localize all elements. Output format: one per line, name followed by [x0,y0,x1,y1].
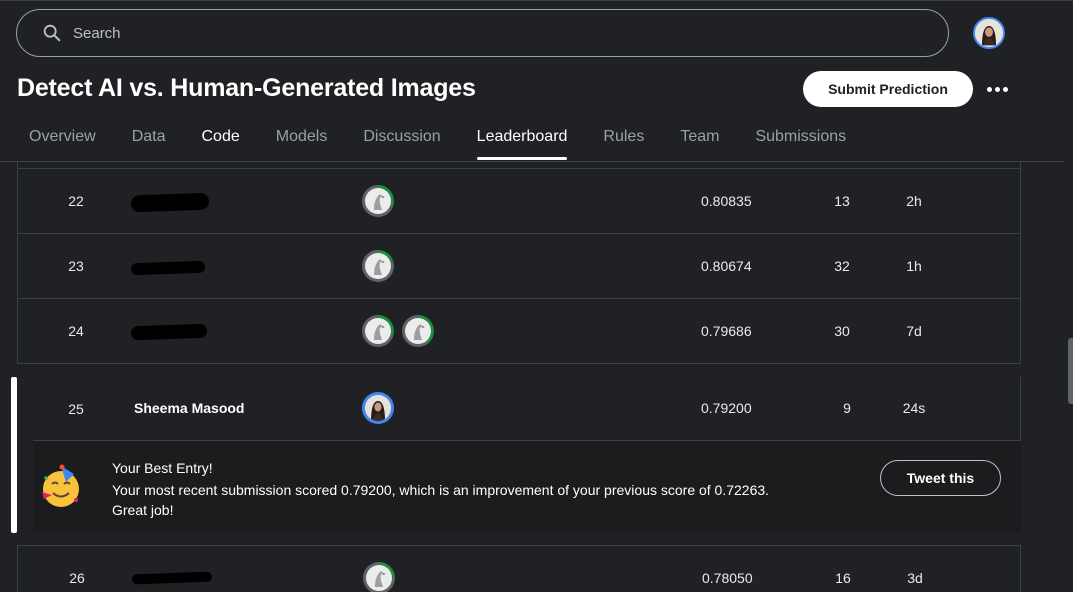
tab-overview[interactable]: Overview [17,126,96,160]
team-member-avatar[interactable] [402,315,434,347]
page-title: Detect AI vs. Human-Generated Images [17,74,476,102]
entries-cell: 32 [834,258,850,274]
current-user-row[interactable]: 25 Sheema Masood 0.79200 9 24s [17,377,1021,440]
redacted-team-name [131,571,213,585]
tweet-button[interactable]: Tweet this [880,460,1001,496]
team-member-avatar[interactable] [362,392,394,424]
tab-code[interactable]: Code [189,126,239,160]
tab-models[interactable]: Models [264,126,328,160]
best-entry-title: Your Best Entry! [112,460,213,476]
rank-cell: 26 [69,570,85,586]
scrollbar-handle[interactable] [1068,338,1073,404]
rank-cell: 22 [68,193,84,209]
submit-prediction-button[interactable]: Submit Prediction [803,71,973,107]
team-members [362,250,394,282]
table-row[interactable]: 23 0.80674 32 1h [17,233,1021,298]
team-member-avatar[interactable] [362,315,394,347]
team-members [363,562,395,592]
score-cell: 0.80835 [701,193,752,209]
team-members [362,185,394,217]
score-cell: 0.80674 [701,258,752,274]
last-cell: 1h [906,258,922,274]
search-bar[interactable]: Search [16,9,949,57]
best-entry-banner: Your Best Entry! Your most recent submis… [33,440,1021,533]
entries-cell: 9 [843,400,851,416]
goose-icon [374,194,385,210]
team-member-avatar[interactable] [362,250,394,282]
user-avatar[interactable] [973,17,1005,49]
redacted-team-name [130,323,208,341]
team-member-avatar[interactable] [363,562,395,592]
tab-discussion[interactable]: Discussion [351,126,440,160]
goose-icon [374,324,385,340]
entries-cell: 16 [835,570,851,586]
profile-photo-icon [365,395,391,421]
entries-cell: 30 [834,323,850,339]
tab-team[interactable]: Team [668,126,719,160]
last-cell: 24s [902,400,926,416]
score-cell: 0.79686 [701,323,752,339]
rank-cell: 25 [68,401,84,417]
best-entry-message: Your most recent submission scored 0.792… [112,482,770,518]
profile-photo-icon [975,19,1003,47]
redacted-team-name [130,260,206,276]
team-members [362,392,394,424]
team-member-avatar[interactable] [362,185,394,217]
current-user-entry: 25 Sheema Masood 0.79200 9 24s Your Best… [11,377,1021,533]
goose-icon [374,259,385,275]
score-cell: 0.78050 [702,570,753,586]
more-options-icon[interactable] [985,78,1009,100]
tab-submissions[interactable]: Submissions [743,126,846,160]
team-name[interactable]: Sheema Masood [134,400,244,416]
rank-cell: 23 [68,258,84,274]
last-cell: 3d [907,570,923,586]
tab-leaderboard[interactable]: Leaderboard [465,126,567,160]
goose-icon [414,324,425,340]
competition-tabs: Overview Data Code Models Discussion Lea… [17,126,870,162]
entries-cell: 13 [834,193,850,209]
redacted-team-name [130,192,210,213]
search-icon [43,24,61,42]
rank-cell: 24 [68,323,84,339]
tab-rules[interactable]: Rules [591,126,644,160]
party-face-icon [42,464,79,507]
tab-data[interactable]: Data [120,126,166,160]
last-cell: 2h [906,193,922,209]
search-input[interactable]: Search [73,25,121,42]
score-cell: 0.79200 [701,400,752,416]
goose-icon [375,571,386,587]
last-cell: 7d [906,323,922,339]
table-row[interactable]: 22 0.80835 13 2h [17,168,1021,233]
table-row[interactable]: 26 0.78050 16 3d [17,545,1021,592]
team-members [362,315,434,347]
table-row[interactable]: 24 0.79686 30 7d [17,298,1021,363]
top-border [0,0,1073,1]
